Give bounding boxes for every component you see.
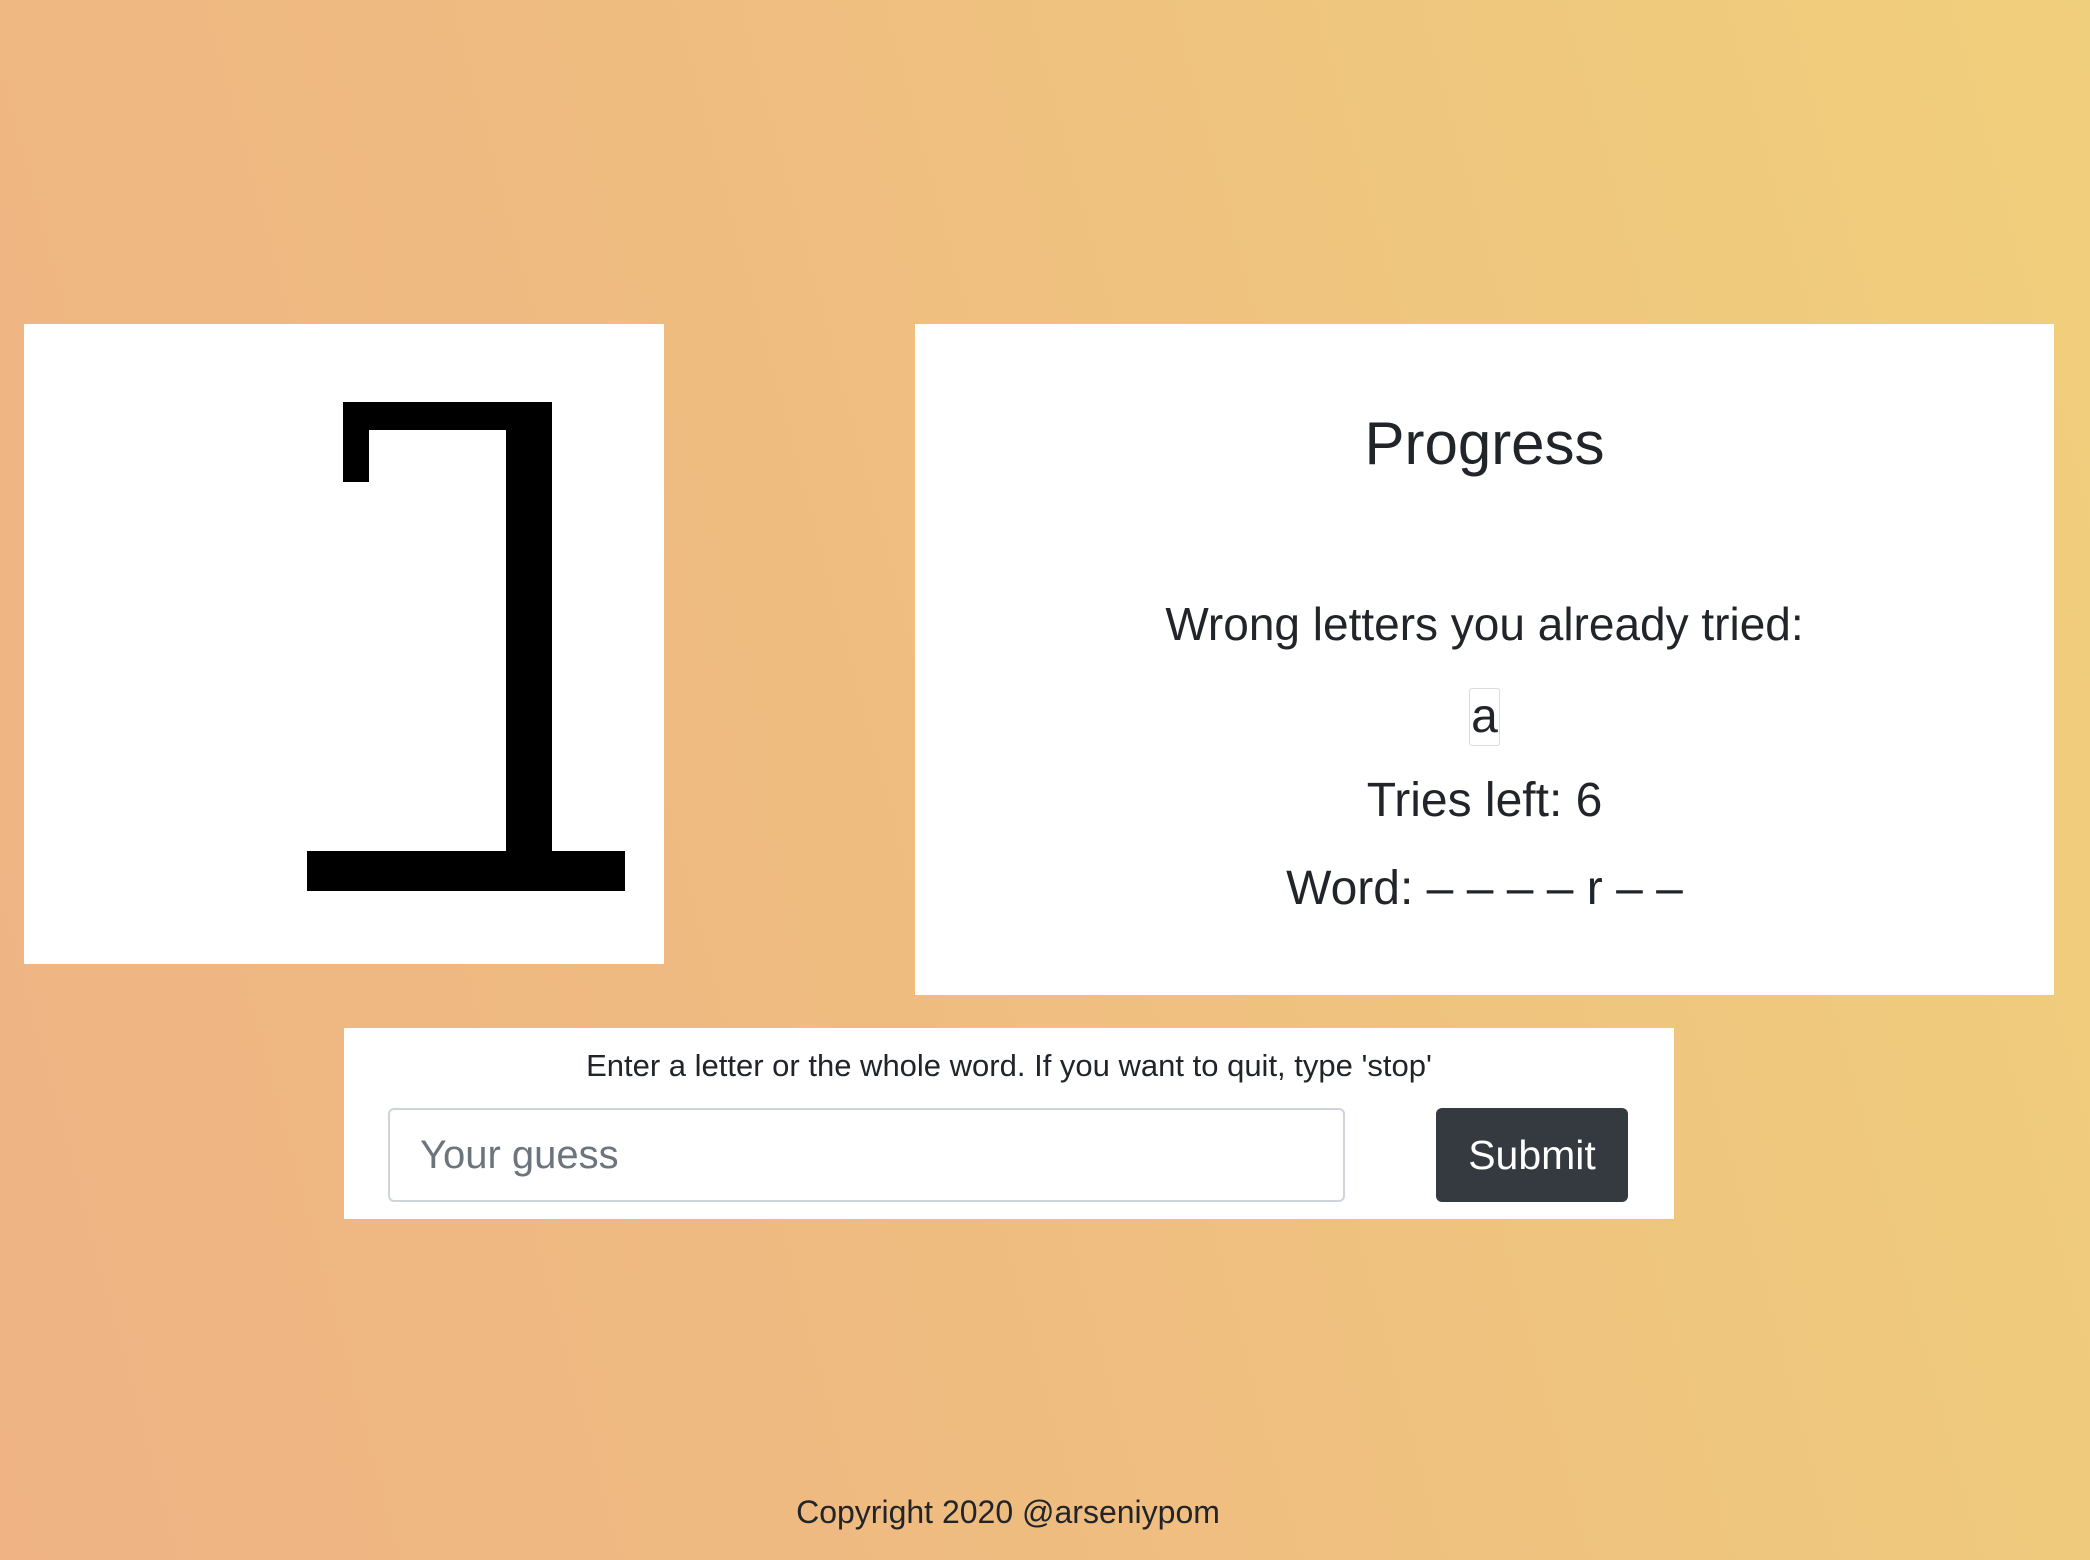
gallows-post (506, 402, 552, 852)
wrong-letters-list: a (915, 688, 2054, 748)
wrong-letters-label: Wrong letters you already tried: (1165, 598, 1804, 650)
guess-input[interactable] (388, 1108, 1345, 1202)
word-progress: Word: – – – – r – – (1286, 862, 1683, 915)
guess-form: Enter a letter or the whole word. If you… (344, 1028, 1674, 1219)
gallows-drawing (307, 402, 625, 891)
hangman-gallows-panel (24, 324, 664, 964)
progress-title: Progress (1364, 410, 1605, 477)
submit-button[interactable]: Submit (1436, 1108, 1628, 1202)
guess-instructions: Enter a letter or the whole word. If you… (586, 1048, 1432, 1083)
footer-copyright: Copyright 2020 @arseniypom (796, 1494, 1220, 1530)
tries-left: Tries left: 6 (1366, 774, 1603, 827)
gallows-beam (343, 402, 552, 430)
progress-panel: Progress Wrong letters you already tried… (915, 324, 2054, 995)
wrong-letter-chip: a (1469, 688, 1500, 746)
gallows-rope (343, 402, 369, 482)
gallows-base (307, 851, 625, 891)
